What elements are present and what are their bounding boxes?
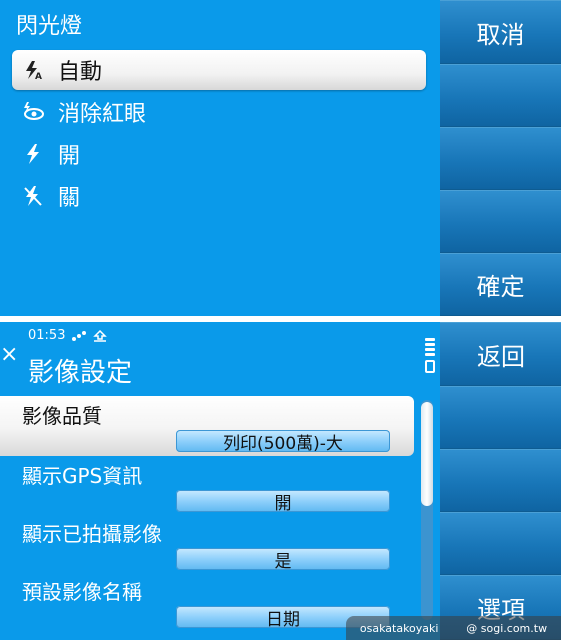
watermark-user: osakatakoyaki <box>359 621 439 635</box>
red-eye-icon <box>22 101 44 123</box>
menu-item-off[interactable]: 關 <box>12 176 426 216</box>
settings-softkey-column: 返回 選項 <box>440 322 561 640</box>
menu-item-label: 開 <box>58 144 81 169</box>
softkey-blank-3 <box>440 512 561 575</box>
page-title: 影像設定 <box>28 358 133 388</box>
settings-content: 01:53 × 影像設定 影像品質 列印(500萬)-大 顯示GPS資訊 開 顯… <box>0 322 440 640</box>
svg-text:A: A <box>35 72 42 80</box>
setting-image-quality[interactable]: 影像品質 列印(500萬)-大 <box>0 396 414 456</box>
back-softkey[interactable]: 返回 <box>440 322 561 386</box>
close-icon[interactable]: × <box>0 342 18 367</box>
watermark: osakatakoyaki @ sogi.com.tw <box>346 616 561 640</box>
cancel-softkey[interactable]: 取消 <box>440 0 561 64</box>
softkey-column: 取消 確定 <box>440 0 561 316</box>
setting-show-gps[interactable]: 顯示GPS資訊 開 <box>0 456 414 516</box>
setting-show-captured[interactable]: 顯示已拍攝影像 是 <box>0 514 414 574</box>
menu-item-label: 關 <box>58 186 81 211</box>
status-bar: 01:53 <box>28 328 108 343</box>
watermark-site: @ sogi.com.tw <box>466 621 548 635</box>
scrollbar-thumb[interactable] <box>421 402 433 506</box>
confirm-softkey[interactable]: 確定 <box>440 253 561 316</box>
setting-value: 列印(500萬)-大 <box>176 430 390 454</box>
signal-icon <box>71 330 87 342</box>
upload-icon <box>93 329 108 342</box>
setting-value: 開 <box>176 490 390 514</box>
battery-icon <box>425 338 435 373</box>
softkey-blank-2 <box>440 127 561 190</box>
setting-label: 預設影像名稱 <box>22 580 142 604</box>
flash-off-icon <box>22 185 44 207</box>
softkey-blank-1 <box>440 386 561 449</box>
image-settings-screen: 01:53 × 影像設定 影像品質 列印(500萬)-大 顯示GPS資訊 開 顯… <box>0 322 561 640</box>
softkey-blank-1 <box>440 64 561 127</box>
menu-item-label: 消除紅眼 <box>58 102 147 127</box>
menu-item-on[interactable]: 開 <box>12 134 426 174</box>
menu-item-auto[interactable]: A 自動 <box>12 50 426 90</box>
setting-label: 顯示GPS資訊 <box>22 464 143 488</box>
flash-on-icon <box>22 143 44 165</box>
setting-label: 影像品質 <box>22 404 102 428</box>
setting-label: 顯示已拍攝影像 <box>22 522 162 546</box>
menu-item-label: 自動 <box>58 60 103 85</box>
softkey-blank-2 <box>440 449 561 512</box>
setting-value: 是 <box>176 548 390 572</box>
flash-menu-content: 閃光燈 A 自動 消除紅眼 開 關 <box>0 0 440 316</box>
flash-auto-icon: A <box>22 59 44 81</box>
softkey-blank-3 <box>440 190 561 253</box>
menu-title: 閃光燈 <box>16 14 83 39</box>
status-time: 01:53 <box>28 328 66 343</box>
flash-menu-screen: 閃光燈 A 自動 消除紅眼 開 關 取消 確定 <box>0 0 561 316</box>
menu-item-red-eye[interactable]: 消除紅眼 <box>12 92 426 132</box>
